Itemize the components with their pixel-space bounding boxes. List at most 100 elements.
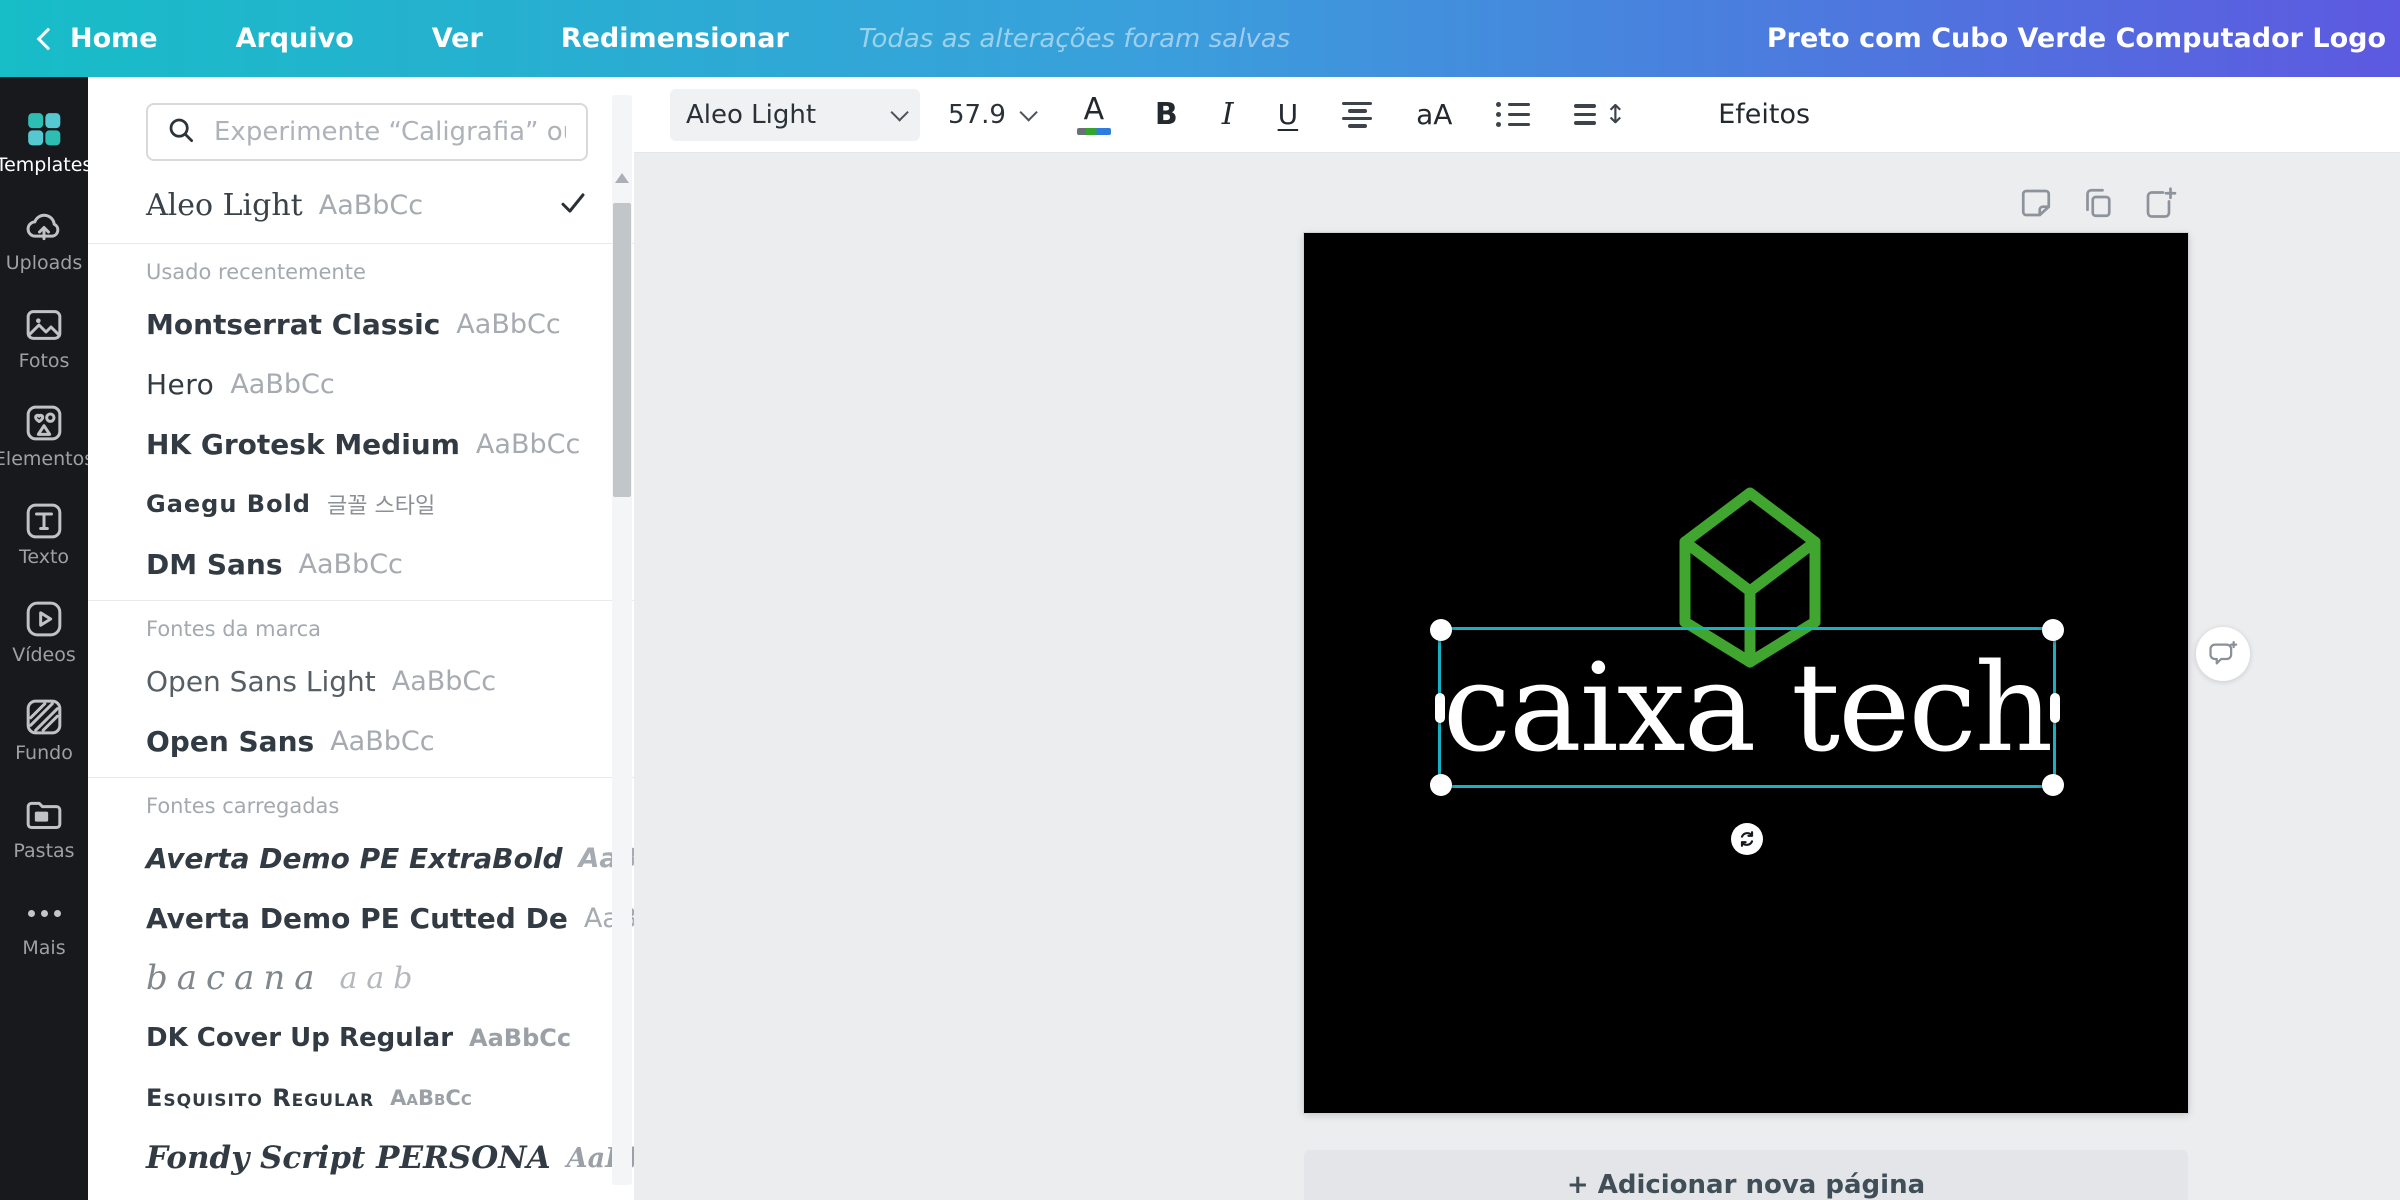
font-name: Hero bbox=[146, 368, 214, 401]
add-page-button[interactable] bbox=[2142, 185, 2178, 221]
font-name: Averta Demo PE Cutted De bbox=[146, 902, 568, 935]
sidebar-item-fundo[interactable]: Fundo bbox=[0, 681, 88, 779]
sidebar-item-label: Pastas bbox=[13, 842, 74, 861]
font-name: DK Cover Up Regular bbox=[146, 1023, 453, 1053]
sidebar: Templates Uploads Fotos Elementos Texto bbox=[0, 77, 88, 1200]
scroll-up-arrow-icon[interactable] bbox=[615, 173, 629, 183]
font-size-select[interactable]: 57.9 bbox=[948, 100, 1033, 130]
text-color-button[interactable]: A bbox=[1077, 95, 1111, 135]
font-list-item[interactable]: Gaegu Bold 글꼴 스타일 bbox=[146, 474, 588, 534]
font-list-item[interactable]: Montserrat Classic AaBbCc bbox=[146, 294, 588, 354]
templates-grid-icon bbox=[24, 109, 64, 149]
font-sample: AaBbCc bbox=[392, 666, 496, 697]
resize-handle-top-left[interactable] bbox=[1430, 619, 1452, 641]
font-list-item[interactable]: HK Grotesk Medium AaBbCc bbox=[146, 414, 588, 474]
sidebar-item-elementos[interactable]: Elementos bbox=[0, 387, 88, 485]
design-page[interactable]: caixa tech bbox=[1304, 233, 2188, 1113]
sidebar-item-templates[interactable]: Templates bbox=[0, 93, 88, 191]
font-list-item[interactable]: DK Cover Up Regular AaBbCc bbox=[146, 1008, 588, 1068]
underline-button[interactable]: U bbox=[1278, 98, 1299, 131]
home-label: Home bbox=[70, 23, 158, 54]
font-sample: AaBbCc bbox=[390, 1086, 472, 1110]
italic-button[interactable]: I bbox=[1222, 97, 1234, 132]
more-dots-icon bbox=[28, 894, 61, 932]
font-list-item[interactable]: Esquisito Regular AaBbCc bbox=[146, 1068, 588, 1128]
top-bar-menu: Home Arquivo Ver Redimensionar Todas as … bbox=[0, 23, 1290, 54]
menu-item-ver[interactable]: Ver bbox=[432, 23, 483, 54]
back-chevron-icon bbox=[37, 28, 60, 51]
font-section-header: Usado recentemente bbox=[146, 244, 588, 294]
photo-icon bbox=[24, 305, 64, 345]
folder-icon bbox=[24, 795, 64, 835]
font-search-input[interactable] bbox=[212, 116, 568, 148]
check-icon bbox=[558, 188, 588, 222]
font-list-item[interactable]: DM Sans AaBbCc bbox=[146, 534, 588, 594]
font-name: Open Sans Light bbox=[146, 665, 376, 698]
rotate-icon bbox=[1736, 828, 1758, 850]
resize-handle-left[interactable] bbox=[1435, 693, 1445, 723]
sidebar-item-label: Elementos bbox=[0, 450, 94, 469]
text-case-button[interactable]: aA bbox=[1416, 98, 1452, 131]
sidebar-item-texto[interactable]: Texto bbox=[0, 485, 88, 583]
font-size-value: 57.9 bbox=[948, 100, 1006, 130]
sidebar-item-label: Vídeos bbox=[12, 646, 76, 665]
font-list-item[interactable]: bacana aab bbox=[146, 948, 588, 1008]
text-align-button[interactable] bbox=[1342, 102, 1372, 128]
sidebar-item-label: Templates bbox=[0, 156, 92, 175]
font-list-item[interactable]: Averta Demo PE ExtraBold AaBbCc bbox=[146, 828, 588, 888]
menu-item-redimensionar[interactable]: Redimensionar bbox=[561, 23, 789, 54]
font-list-item-selected[interactable]: Aleo Light AaBbCc bbox=[146, 173, 588, 237]
font-list-item[interactable]: Averta Demo PE Cutted De AaBbCc bbox=[146, 888, 588, 948]
font-section-header: Fontes carregadas bbox=[146, 778, 588, 828]
font-sample: aab bbox=[340, 961, 422, 996]
resize-handle-bottom-left[interactable] bbox=[1430, 774, 1452, 796]
effects-button[interactable]: Efeitos bbox=[1718, 99, 1810, 130]
page-notes-button[interactable] bbox=[2018, 185, 2054, 221]
home-button[interactable]: Home bbox=[40, 23, 158, 54]
canva-editor: Home Arquivo Ver Redimensionar Todas as … bbox=[0, 0, 2400, 1200]
font-sample: 글꼴 스타일 bbox=[327, 488, 435, 520]
font-name: Averta Demo PE ExtraBold bbox=[146, 842, 563, 875]
font-sample: AaBbCc bbox=[319, 190, 423, 221]
font-section-rows: Averta Demo PE ExtraBold AaBbCc Averta D… bbox=[146, 828, 588, 1188]
list-button[interactable] bbox=[1496, 102, 1530, 127]
sidebar-item-pastas[interactable]: Pastas bbox=[0, 779, 88, 877]
sidebar-item-fotos[interactable]: Fotos bbox=[0, 289, 88, 387]
comment-button[interactable] bbox=[2196, 627, 2250, 681]
bold-button[interactable]: B bbox=[1155, 97, 1178, 132]
duplicate-page-button[interactable] bbox=[2080, 185, 2116, 221]
search-icon bbox=[166, 115, 196, 149]
page-actions bbox=[2018, 185, 2178, 221]
menu-item-arquivo[interactable]: Arquivo bbox=[236, 23, 354, 54]
save-status-text: Todas as alterações foram salvas bbox=[859, 24, 1290, 54]
video-play-icon bbox=[24, 599, 64, 639]
chevron-down-icon bbox=[1019, 103, 1037, 121]
font-list-item[interactable]: Open Sans AaBbCc bbox=[146, 711, 588, 771]
font-list-scrollbar-thumb[interactable] bbox=[613, 203, 631, 497]
font-sample: AaBbCc bbox=[230, 369, 334, 400]
font-section-rows: Montserrat Classic AaBbCc Hero AaBbCc HK… bbox=[146, 294, 588, 594]
font-list-item[interactable]: Open Sans Light AaBbCc bbox=[146, 651, 588, 711]
document-title[interactable]: Preto com Cubo Verde Computador Logo bbox=[1767, 23, 2386, 54]
sidebar-item-videos[interactable]: Vídeos bbox=[0, 583, 88, 681]
font-sample: AaBbCc bbox=[330, 726, 434, 757]
resize-handle-bottom-right[interactable] bbox=[2042, 774, 2064, 796]
sidebar-item-uploads[interactable]: Uploads bbox=[0, 191, 88, 289]
rotate-handle[interactable] bbox=[1731, 823, 1763, 855]
sidebar-item-mais[interactable]: Mais bbox=[0, 877, 88, 975]
sidebar-item-label: Mais bbox=[22, 939, 65, 958]
line-spacing-button[interactable]: ↕ bbox=[1574, 102, 1626, 128]
font-name: Gaegu Bold bbox=[146, 490, 311, 518]
font-list-item[interactable]: Hero AaBbCc bbox=[146, 354, 588, 414]
sidebar-item-label: Fotos bbox=[19, 352, 70, 371]
font-family-select[interactable]: Aleo Light bbox=[670, 89, 920, 141]
font-list-item[interactable]: Fondy Script PERSONA AaBbCc bbox=[146, 1128, 588, 1188]
add-page-bar[interactable]: + Adicionar nova página bbox=[1304, 1150, 2188, 1200]
resize-handle-top-right[interactable] bbox=[2042, 619, 2064, 641]
spacing-lines-icon bbox=[1574, 104, 1596, 125]
shapes-icon bbox=[24, 403, 64, 443]
font-sample: AaBbCc bbox=[476, 429, 580, 460]
font-picker-panel: Aleo Light AaBbCc Usado recentemente Mon… bbox=[88, 77, 634, 1200]
font-sample: AaBbCc bbox=[299, 549, 403, 580]
resize-handle-right[interactable] bbox=[2050, 693, 2060, 723]
